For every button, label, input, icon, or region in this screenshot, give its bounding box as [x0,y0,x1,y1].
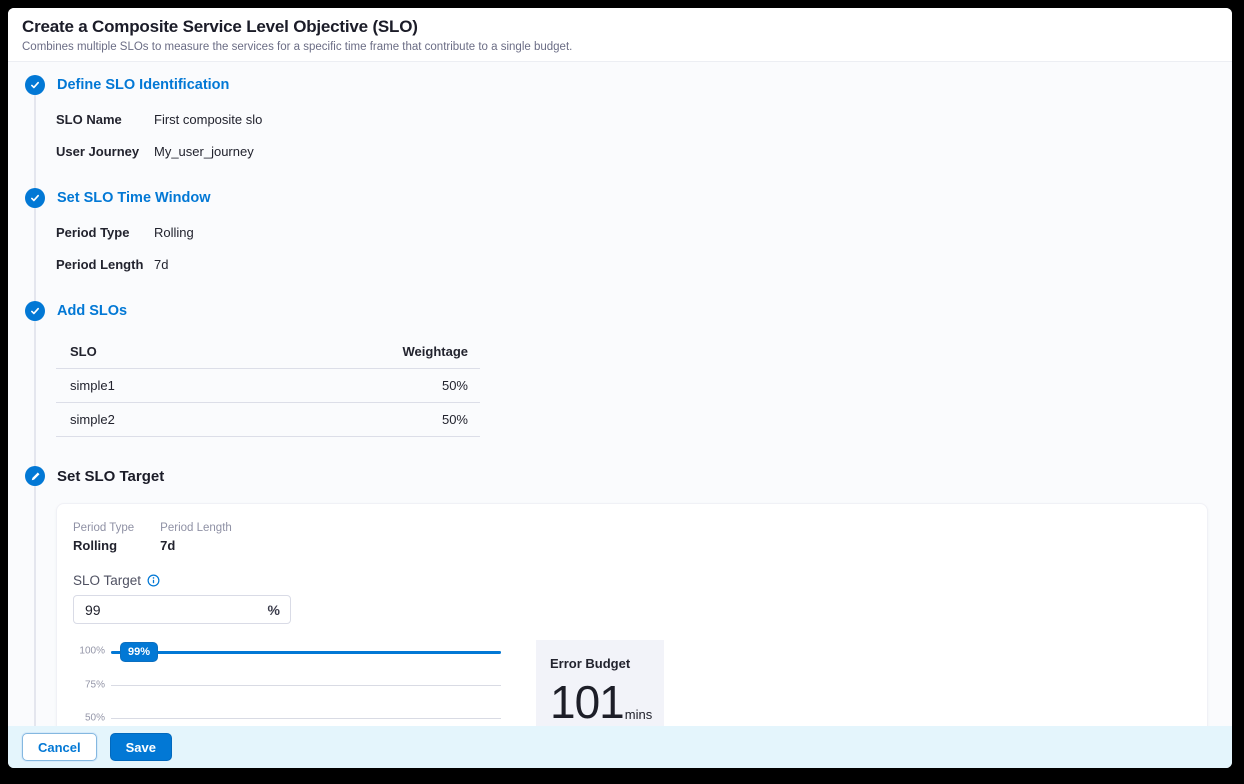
field-label: Period Type [56,225,154,240]
period-length-value: 7d [160,538,232,553]
slo-target-input[interactable] [85,602,268,618]
info-icon[interactable] [147,574,160,587]
gridline-75 [111,685,501,686]
slo-weightage-table: SLO Weightage simple1 50% simple2 50% [56,335,480,437]
table-row: simple1 50% [56,369,480,403]
period-length-summary: Period Length 7d [160,522,232,553]
page-header: Create a Composite Service Level Objecti… [8,8,1232,62]
section-set-slo-target: Set SLO Target Period Type Rolling Perio… [8,466,1232,726]
field-value: First composite slo [154,112,262,127]
target-level-line[interactable] [111,651,501,654]
slo-name-cell: simple1 [56,369,241,403]
error-budget-label: Error Budget [550,656,650,671]
slo-name-cell: simple2 [56,403,241,437]
section-title[interactable]: Define SLO Identification [57,77,229,93]
slo-target-input-group: % [73,595,291,624]
field-period-length: Period Length 7d [8,257,1232,272]
table-header-row: SLO Weightage [56,335,480,369]
slo-target-label-row: SLO Target [73,573,1191,588]
target-chart-row: 100% 75% 50% 25% 0% [73,640,1191,726]
slo-target-card: Period Type Rolling Period Length 7d SLO… [56,503,1208,726]
footer-action-bar: Cancel Save [8,726,1232,768]
table-row: simple2 50% [56,403,480,437]
section-header-set-slo-target[interactable]: Set SLO Target [8,466,1232,486]
create-composite-slo-dialog: Create a Composite Service Level Objecti… [8,8,1232,768]
y-tick: 50% [85,713,105,724]
period-type-label: Period Type [73,522,134,534]
page-subtitle: Combines multiple SLOs to measure the se… [22,41,1218,53]
field-value: Rolling [154,225,194,240]
column-header-slo: SLO [56,335,241,369]
field-value: 7d [154,257,168,272]
period-summary: Period Type Rolling Period Length 7d [73,522,1191,553]
field-period-type: Period Type Rolling [8,225,1232,240]
field-slo-name: SLO Name First composite slo [8,112,1232,127]
section-title[interactable]: Add SLOs [57,303,127,319]
percent-suffix: % [268,602,280,618]
y-tick: 75% [85,679,105,690]
period-length-label: Period Length [160,522,232,534]
chart-y-axis: 100% 75% 50% 25% 0% [73,651,111,726]
field-user-journey: User Journey My_user_journey [8,144,1232,159]
section-define-slo-identification: Define SLO Identification SLO Name First… [8,75,1232,159]
chart-plot-area: 99% [111,651,501,726]
section-header-add-slos[interactable]: Add SLOs [8,301,1232,321]
error-budget-value: 101 [550,681,624,725]
gridline-50 [111,718,501,719]
error-budget-unit: mins [625,707,652,725]
section-header-time-window[interactable]: Set SLO Time Window [8,188,1232,208]
period-type-value: Rolling [73,538,134,553]
cancel-button[interactable]: Cancel [22,733,97,761]
field-value: My_user_journey [154,144,254,159]
page-title: Create a Composite Service Level Objecti… [22,17,1218,37]
step-complete-check-icon [25,188,45,208]
slo-target-slider-chart: 100% 75% 50% 25% 0% [73,640,501,726]
field-label: User Journey [56,144,154,159]
section-title[interactable]: Set SLO Target [57,468,164,485]
form-body: Define SLO Identification SLO Name First… [8,62,1232,726]
weightage-cell: 50% [241,369,480,403]
save-button[interactable]: Save [110,733,172,761]
step-edit-pencil-icon [25,466,45,486]
section-set-slo-time-window: Set SLO Time Window Period Type Rolling … [8,188,1232,272]
section-title[interactable]: Set SLO Time Window [57,190,210,206]
slo-target-label: SLO Target [73,573,141,588]
error-budget-value-row: 101 mins [550,681,650,725]
field-label: SLO Name [56,112,154,127]
error-budget-card: Error Budget 101 mins [536,640,664,726]
weightage-cell: 50% [241,403,480,437]
column-header-weightage: Weightage [241,335,480,369]
section-header-identification[interactable]: Define SLO Identification [8,75,1232,95]
period-type-summary: Period Type Rolling [73,522,134,553]
section-add-slos: Add SLOs SLO Weightage simple1 50% simpl… [8,301,1232,437]
y-tick: 100% [79,646,105,657]
target-slider-handle[interactable]: 99% [120,642,158,662]
step-complete-check-icon [25,75,45,95]
step-complete-check-icon [25,301,45,321]
field-label: Period Length [56,257,154,272]
